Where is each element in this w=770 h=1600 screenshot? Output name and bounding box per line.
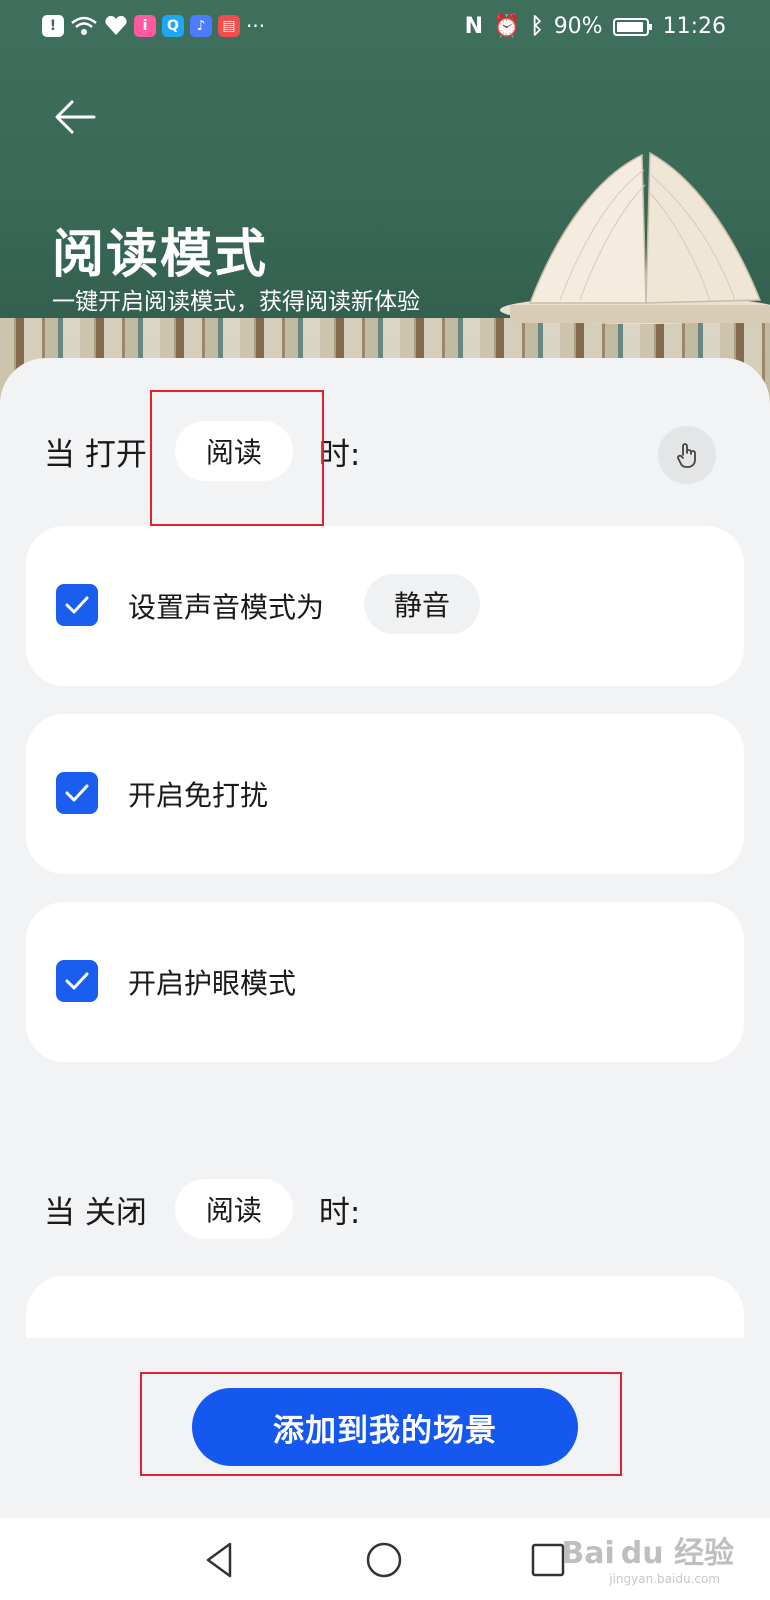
eye-comfort-checkbox[interactable] xyxy=(56,960,98,1002)
app-notification-icon: i xyxy=(134,15,156,37)
close-condition-prefix: 当 关闭 xyxy=(44,1194,147,1231)
battery-percent: 90% xyxy=(553,14,603,39)
action-card-eye-comfort: 开启护眼模式 xyxy=(26,902,744,1062)
nfc-icon: N xyxy=(464,14,484,39)
nav-home-button[interactable] xyxy=(362,1538,406,1582)
checkmark-icon xyxy=(65,596,89,614)
more-notifications-icon: ··· xyxy=(246,14,266,38)
close-action-card xyxy=(26,1276,744,1346)
eye-comfort-action-label: 开启护眼模式 xyxy=(128,967,297,1000)
sound-checkbox[interactable] xyxy=(56,584,98,626)
bluetooth-icon: ᛒ xyxy=(530,14,544,39)
checkmark-icon xyxy=(65,972,89,990)
open-book-image xyxy=(500,151,770,324)
add-to-my-scenes-button[interactable]: 添加到我的场景 xyxy=(192,1388,578,1466)
page-title: 阅读模式 xyxy=(52,225,269,285)
alarm-icon: ⏰ xyxy=(493,14,521,39)
nav-back-icon xyxy=(206,1542,232,1578)
checkmark-icon xyxy=(65,784,89,802)
open-condition-row: 当 打开 阅读 时: xyxy=(44,418,360,484)
close-app-selector[interactable]: 阅读 xyxy=(174,1179,293,1239)
dnd-action-label: 开启免打扰 xyxy=(128,779,269,812)
action-card-dnd: 开启免打扰 xyxy=(26,714,744,874)
battery-icon xyxy=(612,17,652,36)
sound-mode-selector[interactable]: 静音 xyxy=(364,574,480,634)
nav-back-button[interactable] xyxy=(198,1538,242,1582)
health-icon xyxy=(105,15,127,35)
alert-icon: ! xyxy=(42,15,64,37)
back-arrow-icon xyxy=(55,100,96,134)
clock: 11:26 xyxy=(662,14,726,39)
header-banner: ! i Q ♪ ▤ ··· N ⏰ ᛒ 90% 11:26 阅读模式 一键开启阅… xyxy=(0,0,770,420)
baidu-watermark: Bai du 经验 xyxy=(561,1536,734,1571)
touch-hand-icon xyxy=(677,443,696,468)
touch-trigger-button[interactable] xyxy=(658,426,716,484)
wifi-icon xyxy=(71,16,97,35)
page-subtitle: 一键开启阅读模式，获得阅读新体验 xyxy=(52,289,420,315)
status-right-icons: N ⏰ ᛒ 90% 11:26 xyxy=(465,14,726,39)
dnd-checkbox[interactable] xyxy=(56,772,98,814)
open-app-selector[interactable]: 阅读 xyxy=(174,421,293,481)
close-condition-row: 当 关闭 阅读 时: xyxy=(44,1176,360,1242)
nav-home-icon xyxy=(366,1542,402,1578)
close-condition-suffix: 时: xyxy=(318,1194,361,1231)
status-bar: ! i Q ♪ ▤ ··· N ⏰ ᛒ 90% 11:26 xyxy=(0,0,770,58)
sound-action-label: 设置声音模式为 xyxy=(128,591,325,624)
music-icon: ♪ xyxy=(190,15,212,37)
action-card-sound: 设置声音模式为 静音 xyxy=(26,526,744,686)
baidu-watermark-url: jingyan.baidu.com xyxy=(609,1572,720,1586)
reader-app-icon: ▤ xyxy=(218,15,240,37)
open-condition-suffix: 时: xyxy=(318,436,361,473)
search-app-icon: Q xyxy=(162,15,184,37)
back-button[interactable] xyxy=(50,92,100,142)
open-condition-prefix: 当 打开 xyxy=(44,436,147,473)
status-left-icons: ! i Q ♪ ▤ ··· xyxy=(42,14,265,38)
